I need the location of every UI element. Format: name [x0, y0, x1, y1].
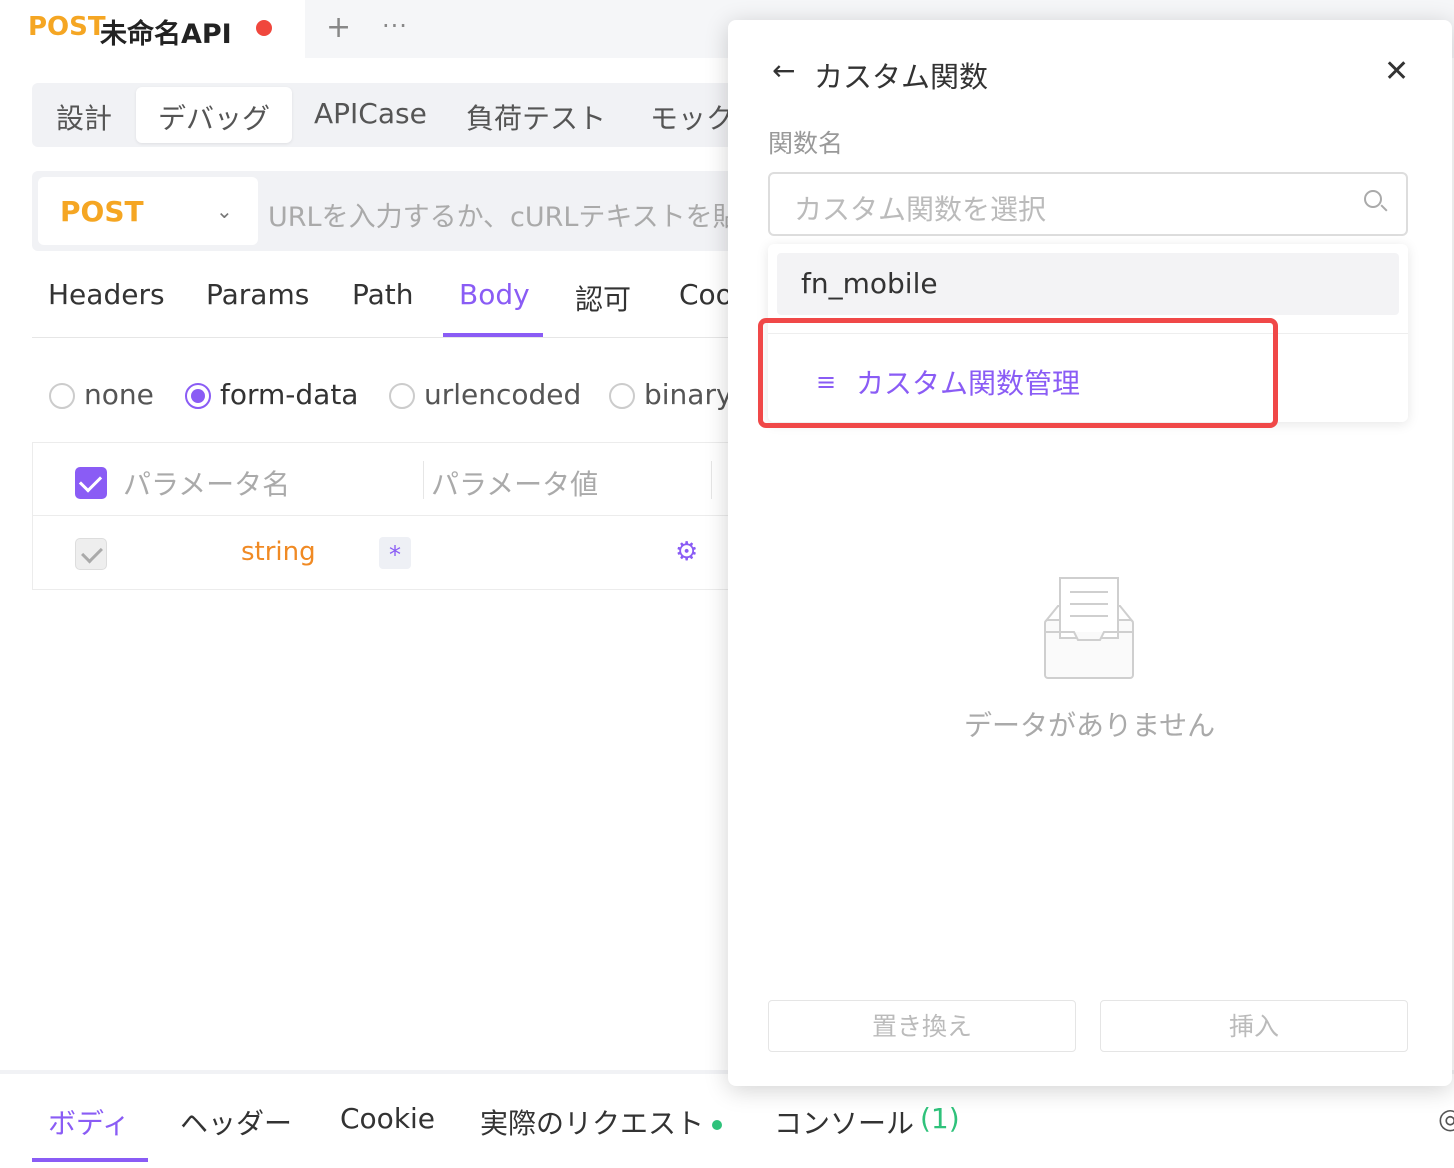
- unsaved-dot-icon: [256, 20, 272, 36]
- search-icon: [1364, 190, 1382, 208]
- tab-mock[interactable]: モック: [650, 97, 734, 137]
- tab-console[interactable]: コンソール: [774, 1102, 914, 1142]
- tab-cookies[interactable]: Coo: [679, 278, 728, 311]
- function-name-label: 関数名: [768, 129, 844, 158]
- table-row-divider: [33, 515, 753, 516]
- status-dot-icon: [712, 1120, 722, 1130]
- more-tabs-icon[interactable]: ···: [382, 12, 408, 40]
- api-tab-name: 未命名API: [100, 19, 232, 50]
- console-count-badge: (1): [920, 1102, 960, 1135]
- tab-body[interactable]: Body: [459, 278, 530, 311]
- custom-function-panel: ← カスタム関数 ✕ 関数名 カスタム関数を選択 fn_mobile ≡ カスタ…: [728, 20, 1452, 1086]
- insert-button[interactable]: 挿入: [1100, 1000, 1408, 1052]
- select-all-checkbox[interactable]: [75, 467, 107, 499]
- api-tab-method: POST: [28, 12, 106, 42]
- new-tab-plus-icon[interactable]: +: [326, 10, 351, 45]
- tab-actual-request[interactable]: 実際のリクエスト: [480, 1102, 704, 1142]
- api-tab[interactable]: POST 未命名API: [0, 0, 305, 58]
- replace-button[interactable]: 置き換え: [768, 1000, 1076, 1052]
- back-arrow-icon[interactable]: ←: [772, 54, 795, 87]
- radio-urlencoded[interactable]: [389, 383, 415, 409]
- close-icon[interactable]: ✕: [1384, 54, 1409, 89]
- tab-response-headers[interactable]: ヘッダー: [180, 1102, 292, 1142]
- required-toggle[interactable]: *: [379, 537, 411, 569]
- col-separator: [423, 461, 424, 499]
- highlight-box: [758, 318, 1278, 428]
- tab-apicase[interactable]: APICase: [314, 97, 427, 130]
- col-param-name: パラメータ名: [123, 468, 291, 501]
- tab-headers[interactable]: Headers: [48, 278, 165, 311]
- tab-debug[interactable]: デバッグ: [158, 97, 270, 137]
- radio-form-data[interactable]: [185, 383, 211, 409]
- mode-tab-bar: 設計 デバッグ APICase 負荷テスト モック: [32, 83, 752, 147]
- tab-response-cookie[interactable]: Cookie: [340, 1102, 435, 1135]
- chevron-down-icon: ⌄: [216, 199, 233, 223]
- col-separator: [711, 461, 712, 499]
- tab-auth[interactable]: 認可: [575, 278, 631, 318]
- radio-form-data-label[interactable]: form-data: [220, 378, 358, 411]
- globe-icon[interactable]: ◎: [1438, 1102, 1454, 1135]
- function-select-input[interactable]: カスタム関数を選択: [768, 172, 1408, 236]
- tab-divider: [32, 337, 752, 338]
- col-param-value: パラメータ値: [431, 468, 599, 501]
- radio-none[interactable]: [49, 383, 75, 409]
- dropdown-item-label: fn_mobile: [801, 267, 938, 300]
- tab-params[interactable]: Params: [206, 278, 309, 311]
- radio-binary[interactable]: [609, 383, 635, 409]
- panel-title: カスタム関数: [814, 60, 989, 94]
- empty-state-text: データがありません: [964, 709, 1216, 742]
- row-checkbox[interactable]: [75, 538, 107, 570]
- tab-path[interactable]: Path: [352, 278, 414, 311]
- radio-none-label[interactable]: none: [84, 378, 154, 411]
- url-input[interactable]: URLを入力するか、cURLテキストを貼: [268, 195, 740, 234]
- radio-urlencoded-label[interactable]: urlencoded: [424, 378, 581, 411]
- url-row: POST ⌄ URLを入力するか、cURLテキストを貼: [32, 171, 752, 251]
- dropdown-item-fn-mobile[interactable]: fn_mobile: [777, 253, 1399, 315]
- function-select-placeholder: カスタム関数を選択: [794, 193, 1047, 226]
- param-type[interactable]: string: [241, 537, 316, 567]
- method-value: POST: [60, 195, 144, 228]
- param-table: パラメータ名 パラメータ値 string * ⚙: [32, 442, 753, 590]
- radio-binary-label[interactable]: binary: [644, 378, 728, 411]
- tab-load-test[interactable]: 負荷テスト: [466, 97, 606, 137]
- active-tab-indicator: [32, 1158, 148, 1162]
- tab-design[interactable]: 設計: [56, 97, 112, 137]
- tab-response-body[interactable]: ボディ: [48, 1102, 130, 1142]
- empty-box-icon: [1044, 577, 1134, 679]
- gear-icon[interactable]: ⚙: [675, 537, 698, 567]
- method-select[interactable]: POST ⌄: [38, 177, 258, 245]
